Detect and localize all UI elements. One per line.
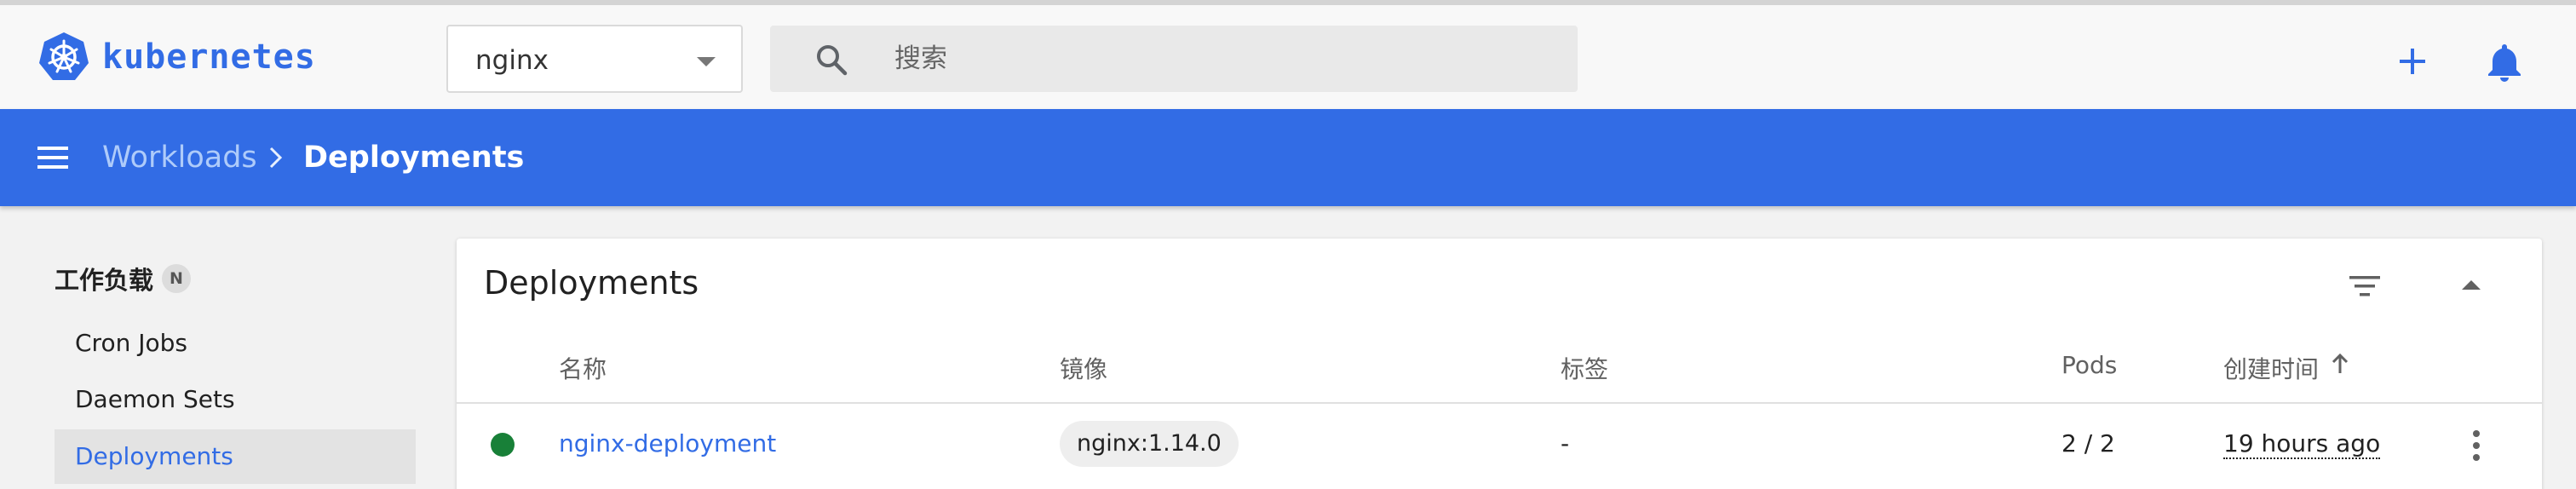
more-vert-icon[interactable] [2470,429,2482,462]
image-chip: nginx:1.14.0 [1060,421,1239,467]
dropdown-caret-icon [697,57,716,66]
top-header: kubernetes nginx [0,5,2576,109]
column-header-pods: Pods [2061,351,2118,379]
namespaced-badge: N [162,264,191,293]
pods-cell: 2 / 2 [2061,429,2115,457]
deployment-name-link[interactable]: nginx-deployment [559,429,776,457]
menu-hamburger-icon[interactable] [36,143,70,172]
kubernetes-logo-icon[interactable] [37,31,90,83]
collapse-arrow-icon[interactable] [2462,279,2481,290]
sort-arrow-up-icon[interactable] [2331,353,2349,375]
deployments-card: Deployments 名称 镜像 标签 Pods 创建时间 nginx-dep… [457,239,2542,489]
labels-cell: - [1561,429,1570,457]
sidebar-item-cron-jobs[interactable]: Cron Jobs [55,316,416,371]
namespace-select[interactable]: nginx [446,25,743,93]
search-input[interactable] [894,40,1542,78]
sidebar-item-deployments[interactable]: Deployments [55,429,416,484]
header-row-divider [457,402,2542,404]
sidebar-section-title: 工作负载 [55,266,154,295]
column-header-labels: 标签 [1561,355,1609,383]
breadcrumb-current: Deployments [303,141,525,175]
breadcrumb-workloads[interactable]: Workloads [102,141,257,175]
filter-icon[interactable] [2348,274,2382,298]
breadcrumb-bar: Workloads Deployments [0,109,2576,206]
notifications-bell-icon[interactable] [2486,41,2523,82]
column-header-created[interactable]: 创建时间 [2223,351,2319,385]
search-bar[interactable] [770,26,1578,92]
create-plus-icon[interactable] [2395,44,2429,78]
column-header-images: 镜像 [1060,355,1108,383]
column-header-name[interactable]: 名称 [559,351,607,385]
chevron-right-icon [269,147,283,169]
brand-name[interactable]: kubernetes [102,37,316,77]
created-time-cell[interactable]: 19 hours ago [2223,429,2381,459]
sidebar-item-daemon-sets[interactable]: Daemon Sets [55,372,416,427]
namespace-value: nginx [475,45,549,76]
card-title: Deployments [484,264,699,302]
status-running-icon [491,433,515,457]
search-icon [817,45,848,76]
